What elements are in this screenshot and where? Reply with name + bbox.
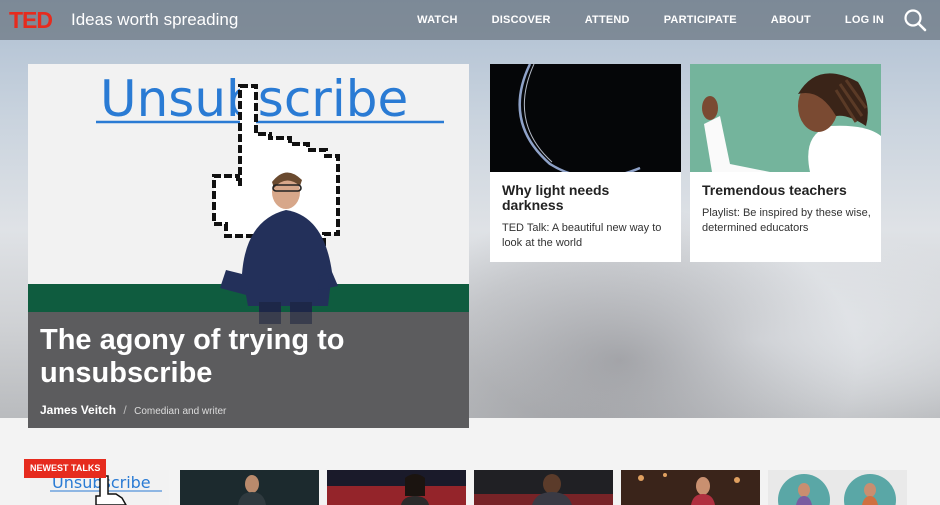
newest-talks-badge: NEWEST TALKS [24, 459, 107, 478]
card-description: Playlist: Be inspired by these wise, det… [702, 207, 871, 234]
card-title[interactable]: Tremendous teachers [702, 183, 872, 198]
search-icon[interactable] [903, 8, 927, 32]
ted-logo[interactable]: TED [9, 8, 53, 32]
card-image-eclipse [490, 64, 681, 172]
thumb-speaker-image [621, 470, 760, 505]
card-title[interactable]: Why light needs darkness [502, 183, 672, 213]
thumb-speaker-image [327, 470, 466, 505]
card-description: TED Talk: A beautiful new way to look at… [502, 222, 662, 249]
nav-attend[interactable]: ATTEND [585, 14, 630, 26]
main-nav: WATCH DISCOVER ATTEND PARTICIPATE ABOUT … [383, 0, 884, 40]
card-image-teacher [690, 64, 881, 172]
nav-discover[interactable]: DISCOVER [492, 14, 551, 26]
speaker-name[interactable]: James Veitch [40, 403, 116, 417]
nav-log-in[interactable]: LOG IN [845, 14, 884, 26]
nav-watch[interactable]: WATCH [417, 14, 458, 26]
site-tagline: Ideas worth spreading [71, 10, 239, 29]
featured-talk-meta: James Veitch / Comedian and writer [40, 403, 226, 417]
meta-separator: / [123, 403, 127, 417]
featured-talk[interactable]: Unsubscribe The agony of trying to unsub… [28, 64, 469, 428]
nav-participate[interactable]: PARTICIPATE [664, 14, 737, 26]
thumb-speaker-image [180, 470, 319, 505]
speaker-role: Comedian and writer [134, 406, 227, 417]
thumb-speaker-image [474, 470, 613, 505]
card-tremendous-teachers[interactable]: Tremendous teachers Playlist: Be inspire… [690, 64, 881, 262]
featured-talk-title[interactable]: The agony of trying to unsubscribe [40, 324, 460, 390]
newest-talk-thumb[interactable] [180, 470, 319, 505]
newest-talk-thumb[interactable] [474, 470, 613, 505]
newest-talk-thumb[interactable] [621, 470, 760, 505]
nav-about[interactable]: ABOUT [771, 14, 811, 26]
newest-talk-thumb[interactable] [768, 470, 907, 505]
card-why-light-needs-darkness[interactable]: Why light needs darkness TED Talk: A bea… [490, 64, 681, 262]
site-header: TED Ideas worth spreading WATCH DISCOVER… [0, 0, 940, 40]
newest-talk-thumb[interactable] [327, 470, 466, 505]
thumb-illustration-image [768, 470, 907, 505]
